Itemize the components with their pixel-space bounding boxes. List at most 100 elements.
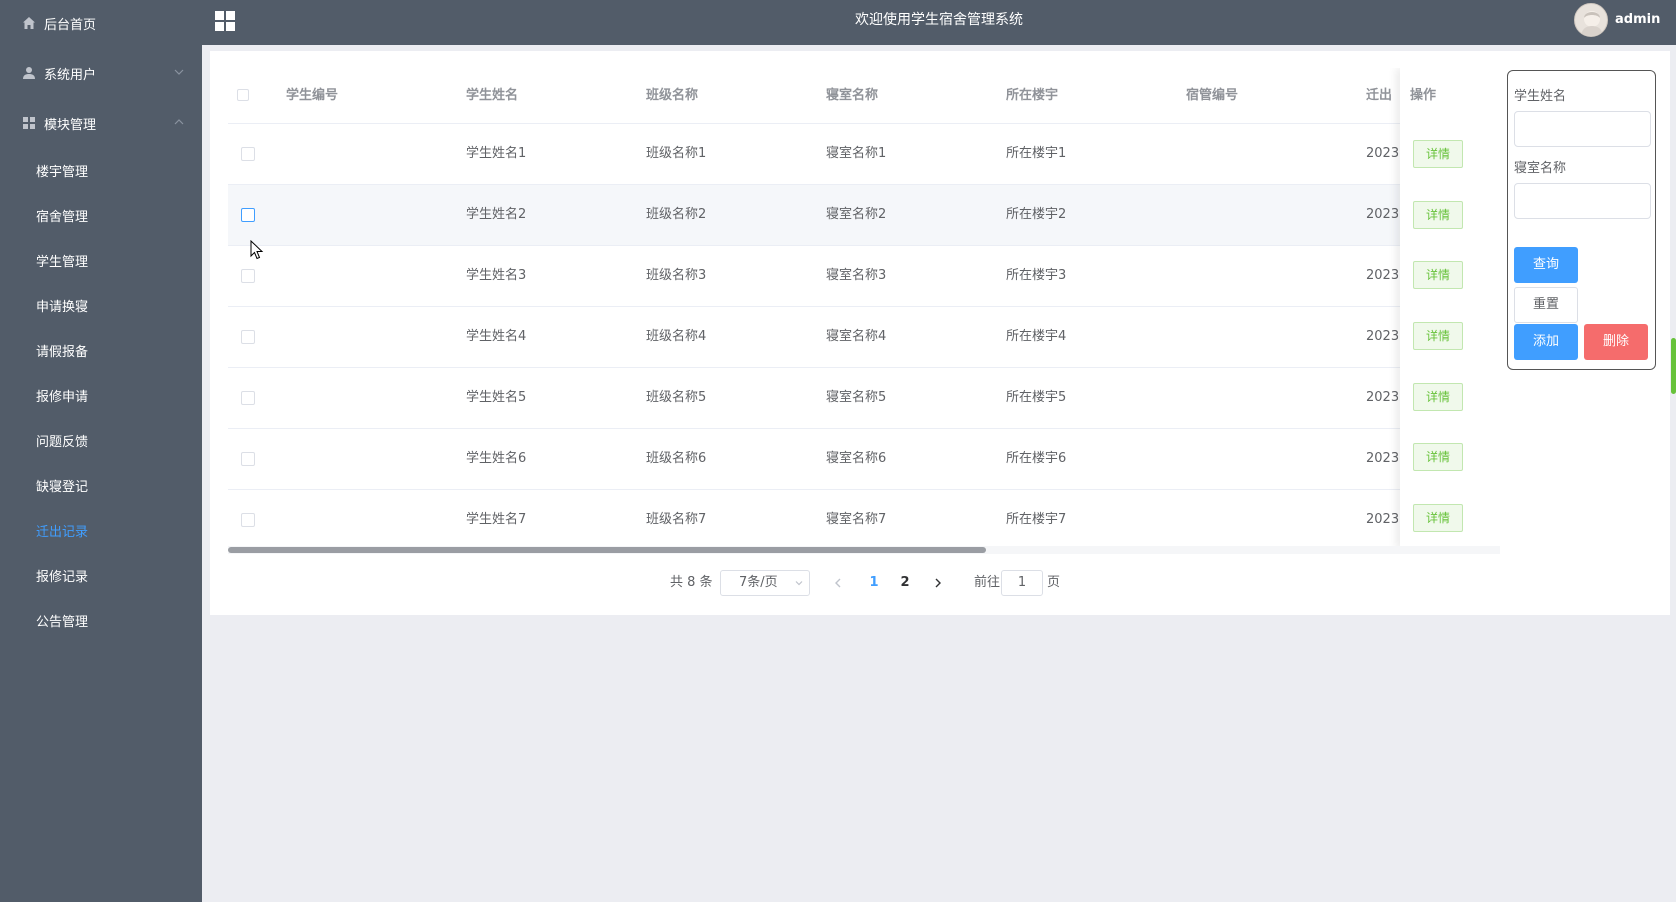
cell-class: 班级名称1 <box>646 146 707 161</box>
room-name-label: 寝室名称 <box>1514 161 1567 176</box>
sidebar: 后台首页 系统用户 模块管理 楼宇管理 宿舍管理 学生管理 申请换寝 请假报备 … <box>0 0 202 902</box>
menu-label: 模块管理 <box>44 117 97 133</box>
pagination-total: 共 8 条 <box>670 575 713 590</box>
goto-suffix: 页 <box>1047 575 1061 590</box>
cell-name: 学生姓名5 <box>466 390 527 405</box>
table-row[interactable]: 学生姓名6 班级名称6 寝室名称6 所在楼宇6 2023 <box>228 429 1500 490</box>
row-checkbox[interactable] <box>241 208 255 222</box>
delete-button[interactable]: 删除 <box>1584 324 1648 360</box>
sidebar-item-repair-records[interactable]: 报修记录 <box>0 555 202 595</box>
cell-building: 所在楼宇6 <box>1006 451 1067 466</box>
student-name-label: 学生姓名 <box>1514 89 1567 104</box>
select-all-checkbox[interactable] <box>237 89 249 101</box>
cell-moveout: 2023 <box>1366 329 1400 344</box>
prev-page-button[interactable] <box>828 571 848 595</box>
query-button[interactable]: 查询 <box>1514 247 1578 283</box>
menu-item-dashboard[interactable]: 后台首页 <box>0 3 202 43</box>
data-table: 学生编号 学生姓名 班级名称 寝室名称 所在楼宇 宿管编号 迁出 学生姓名1 班… <box>228 68 1500 549</box>
cell-building: 所在楼宇4 <box>1006 329 1067 344</box>
row-checkbox[interactable] <box>241 330 255 344</box>
column-header-actions: 操作 <box>1410 88 1437 103</box>
cell-name: 学生姓名6 <box>466 451 527 466</box>
table-row[interactable]: 学生姓名4 班级名称4 寝室名称4 所在楼宇4 2023 <box>228 307 1500 368</box>
column-header: 寝室名称 <box>826 88 879 103</box>
sidebar-item-absence[interactable]: 缺寝登记 <box>0 465 202 505</box>
menu-item-module-management[interactable]: 模块管理 <box>0 103 202 143</box>
avatar[interactable] <box>1574 3 1608 37</box>
row-checkbox[interactable] <box>241 391 255 405</box>
user-icon <box>22 66 36 80</box>
menu-item-system-users[interactable]: 系统用户 <box>0 53 202 93</box>
detail-button[interactable]: 详情 <box>1413 261 1463 289</box>
sidebar-item-room-change[interactable]: 申请换寝 <box>0 285 202 325</box>
cell-moveout: 2023 <box>1366 451 1400 466</box>
cell-room: 寝室名称5 <box>826 390 887 405</box>
table-row[interactable]: 学生姓名3 班级名称3 寝室名称3 所在楼宇3 2023 <box>228 246 1500 307</box>
reset-button[interactable]: 重置 <box>1514 287 1578 323</box>
page-number[interactable]: 2 <box>893 571 917 595</box>
page-size-select[interactable]: 7条/页 <box>720 570 810 596</box>
cell-class: 班级名称4 <box>646 329 707 344</box>
sidebar-item-dorms[interactable]: 宿舍管理 <box>0 195 202 235</box>
detail-button[interactable]: 详情 <box>1413 504 1463 532</box>
table-row[interactable]: 学生姓名2 班级名称2 寝室名称2 所在楼宇2 2023 <box>228 185 1500 246</box>
grid-icon <box>22 116 36 130</box>
cell-class: 班级名称5 <box>646 390 707 405</box>
detail-button[interactable]: 详情 <box>1413 383 1463 411</box>
add-button[interactable]: 添加 <box>1514 324 1578 360</box>
table-row[interactable]: 学生姓名1 班级名称1 寝室名称1 所在楼宇1 2023 <box>228 124 1500 185</box>
cell-moveout: 2023 <box>1366 268 1400 283</box>
menu-label: 系统用户 <box>44 67 97 83</box>
sidebar-item-buildings[interactable]: 楼宇管理 <box>0 150 202 190</box>
cell-moveout: 2023 <box>1366 146 1400 161</box>
column-header: 迁出 <box>1366 88 1393 103</box>
cell-building: 所在楼宇5 <box>1006 390 1067 405</box>
sidebar-item-students[interactable]: 学生管理 <box>0 240 202 280</box>
room-name-input[interactable] <box>1514 183 1651 219</box>
top-header: 欢迎使用学生宿舍管理系统 admin <box>202 0 1676 45</box>
detail-button[interactable]: 详情 <box>1413 322 1463 350</box>
row-checkbox[interactable] <box>241 269 255 283</box>
sidebar-item-leave[interactable]: 请假报备 <box>0 330 202 370</box>
cell-name: 学生姓名1 <box>466 146 527 161</box>
home-icon <box>22 16 36 30</box>
cell-room: 寝室名称6 <box>826 451 887 466</box>
username[interactable]: admin <box>1615 12 1660 27</box>
cell-building: 所在楼宇2 <box>1006 207 1067 222</box>
chevron-down-icon <box>795 581 803 586</box>
cell-moveout: 2023 <box>1366 207 1400 222</box>
cell-class: 班级名称7 <box>646 512 707 527</box>
scrollbar-thumb[interactable] <box>228 547 986 553</box>
goto-page-input[interactable]: 1 <box>1001 570 1043 596</box>
row-checkbox[interactable] <box>241 452 255 466</box>
next-page-button[interactable] <box>928 571 948 595</box>
column-header: 学生姓名 <box>466 88 519 103</box>
cell-building: 所在楼宇7 <box>1006 512 1067 527</box>
cell-class: 班级名称6 <box>646 451 707 466</box>
page-number[interactable]: 1 <box>862 571 886 595</box>
cell-room: 寝室名称4 <box>826 329 887 344</box>
table-row[interactable]: 学生姓名7 班级名称7 寝室名称7 所在楼宇7 2023 <box>228 490 1500 549</box>
detail-button[interactable]: 详情 <box>1413 443 1463 471</box>
cell-room: 寝室名称3 <box>826 268 887 283</box>
student-name-input[interactable] <box>1514 111 1651 147</box>
table-header: 学生编号 学生姓名 班级名称 寝室名称 所在楼宇 宿管编号 迁出 <box>228 68 1500 124</box>
sidebar-item-notices[interactable]: 公告管理 <box>0 600 202 640</box>
row-checkbox[interactable] <box>241 513 255 527</box>
horizontal-scrollbar[interactable] <box>228 546 1500 554</box>
detail-button[interactable]: 详情 <box>1413 201 1463 229</box>
page-title: 欢迎使用学生宿舍管理系统 <box>855 12 1023 28</box>
cell-room: 寝室名称1 <box>826 146 887 161</box>
detail-button[interactable]: 详情 <box>1413 140 1463 168</box>
cell-building: 所在楼宇3 <box>1006 268 1067 283</box>
goto-label: 前往 <box>974 575 1001 590</box>
cell-class: 班级名称3 <box>646 268 707 283</box>
sidebar-item-feedback[interactable]: 问题反馈 <box>0 420 202 460</box>
cell-name: 学生姓名7 <box>466 512 527 527</box>
table-row[interactable]: 学生姓名5 班级名称5 寝室名称5 所在楼宇5 2023 <box>228 368 1500 429</box>
cell-moveout: 2023 <box>1366 512 1400 527</box>
row-checkbox[interactable] <box>241 147 255 161</box>
sidebar-item-moveout-records[interactable]: 迁出记录 <box>0 510 202 550</box>
cell-moveout: 2023 <box>1366 390 1400 405</box>
sidebar-item-repair-request[interactable]: 报修申请 <box>0 375 202 415</box>
